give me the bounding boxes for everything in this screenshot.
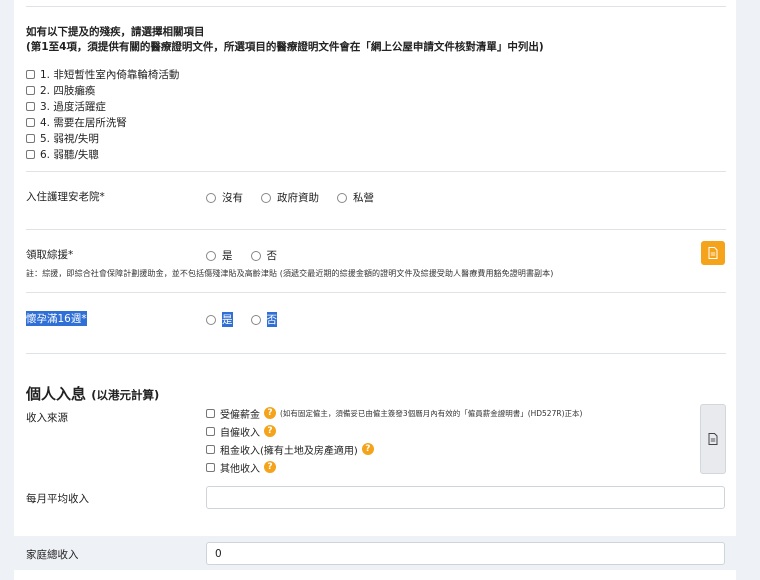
question-icon[interactable]: ?: [361, 443, 374, 455]
disability-option-2[interactable]: 2. 四肢癱瘓: [26, 82, 179, 98]
checkbox[interactable]: [206, 462, 215, 472]
radio-pregnancy-yes[interactable]: [206, 314, 216, 325]
checkbox[interactable]: [206, 444, 215, 454]
document-icon: [708, 247, 718, 259]
disability-option-6[interactable]: 6. 弱聽/失聰: [26, 146, 179, 162]
divider: [26, 6, 726, 7]
income-source-other[interactable]: 其他收入 ?: [206, 458, 582, 476]
assistance-radio-group: 是 否: [206, 248, 295, 263]
radio-assistance-yes[interactable]: [206, 250, 216, 261]
divider: [26, 229, 726, 230]
monthly-income-label: 每月平均收入: [26, 493, 89, 505]
document-icon: [708, 433, 718, 445]
question-icon[interactable]: ?: [264, 461, 276, 473]
pregnancy-radio-group: 是 否: [206, 312, 295, 327]
disability-title: 如有以下提及的殘疾，請選擇相關項目: [26, 26, 205, 38]
checkbox[interactable]: [26, 133, 35, 143]
checkbox[interactable]: [206, 408, 215, 418]
radio-elderly-private[interactable]: [337, 192, 347, 203]
household-income-label: 家庭總收入: [26, 549, 79, 561]
checkbox[interactable]: [26, 85, 35, 95]
application-form-card: 如有以下提及的殘疾，請選擇相關項目 (第1至4項，須提供有關的醫療證明文件，所選…: [14, 0, 736, 580]
income-document-button[interactable]: [700, 404, 726, 474]
pregnancy-label: 懷孕滿16週*: [26, 311, 87, 326]
salary-note: (如有固定僱主，須備妥已由僱主簽發3個曆月內有效的「僱員薪金證明書」(HD527…: [280, 408, 583, 418]
divider: [26, 171, 726, 172]
disability-option-5[interactable]: 5. 弱視/失明: [26, 130, 179, 146]
divider: [26, 353, 726, 354]
assistance-document-button[interactable]: [701, 241, 725, 265]
income-source-self-employed[interactable]: 自僱收入 ?: [206, 422, 582, 440]
checkbox[interactable]: [26, 69, 35, 79]
elderly-home-radio-group: 沒有 政府資助 私營: [206, 190, 392, 205]
question-icon[interactable]: ?: [264, 407, 276, 419]
monthly-income-input[interactable]: [206, 486, 725, 509]
checkbox[interactable]: [206, 426, 215, 436]
income-source-label: 收入來源: [26, 412, 68, 424]
disability-option-1[interactable]: 1. 非短暫性室內倚靠輪椅活動: [26, 66, 179, 82]
disability-checklist: 1. 非短暫性室內倚靠輪椅活動 2. 四肢癱瘓 3. 過度活躍症 4. 需要在居…: [26, 66, 179, 162]
checkbox[interactable]: [26, 117, 35, 127]
question-icon[interactable]: ?: [264, 425, 276, 437]
divider: [26, 292, 726, 293]
personal-income-title: 個人入息 (以港元計算): [26, 385, 160, 403]
radio-elderly-subsidised[interactable]: [261, 192, 271, 203]
income-source-salary[interactable]: 受僱薪金 ? (如有固定僱主，須備妥已由僱主簽發3個曆月內有效的「僱員薪金證明書…: [206, 404, 582, 422]
assistance-label: 領取綜援*: [26, 249, 74, 261]
checkbox[interactable]: [26, 149, 35, 159]
disability-subtitle: (第1至4項，須提供有關的醫療證明文件，所選項目的醫療證明文件會在「網上公屋申請…: [26, 41, 544, 53]
disability-option-4[interactable]: 4. 需要在居所洗腎: [26, 114, 179, 130]
disability-option-3[interactable]: 3. 過度活躍症: [26, 98, 179, 114]
elderly-home-label: 入住護理安老院*: [26, 191, 105, 203]
household-income-input[interactable]: 0: [206, 542, 725, 565]
radio-pregnancy-no[interactable]: [250, 314, 261, 325]
radio-assistance-no[interactable]: [250, 250, 261, 261]
assistance-note: 註：綜援，即綜合社會保障計劃援助金，並不包括傷殘津貼及高齡津貼 (須遞交最近期的…: [26, 269, 554, 278]
income-source-rental[interactable]: 租金收入(擁有土地及房產適用) ?: [206, 440, 582, 458]
income-source-list: 受僱薪金 ? (如有固定僱主，須備妥已由僱主簽發3個曆月內有效的「僱員薪金證明書…: [206, 404, 582, 476]
checkbox[interactable]: [26, 101, 35, 111]
radio-elderly-none[interactable]: [206, 192, 216, 203]
